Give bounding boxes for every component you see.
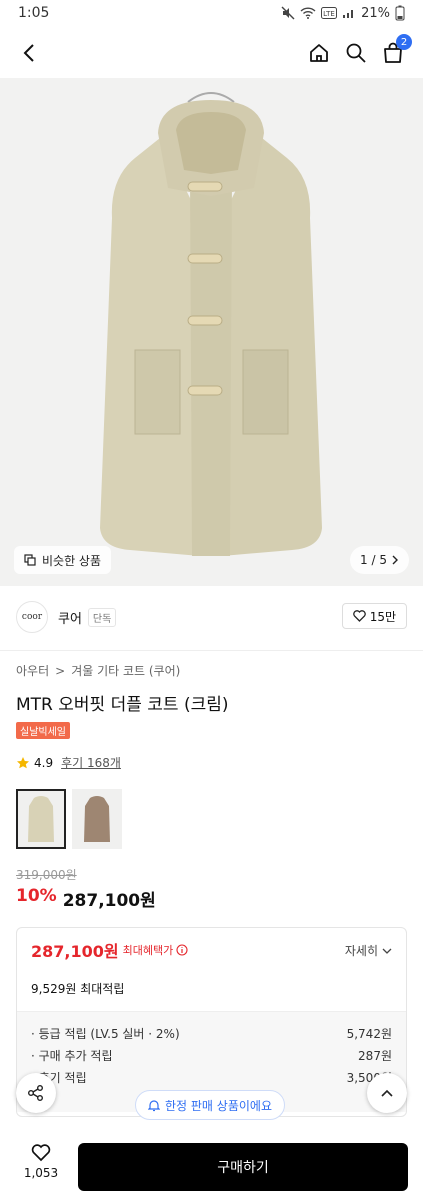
breadcrumb: 아우터 > 겨울 기타 코트 (쿠어) <box>16 662 180 679</box>
breadcrumb-item[interactable]: 아우터 <box>16 662 49 679</box>
buy-button[interactable]: 구매하기 <box>78 1143 408 1191</box>
max-benefit-panel: 287,100원 최대혜택가 자세히 9,529원 최대적립 · 등급 적립 (… <box>16 927 407 1117</box>
wishlist-button[interactable]: 1,053 <box>16 1144 66 1180</box>
product-image-carousel[interactable]: 비슷한 상품 1 / 5 <box>0 78 423 586</box>
max-benefit-price: 287,100원 <box>31 942 119 961</box>
info-icon[interactable] <box>176 944 188 956</box>
point-row: · 등급 적립 (LV.5 실버 · 2%) 5,742원 <box>31 1022 392 1044</box>
bottom-action-bar: 1,053 구매하기 <box>0 1132 423 1200</box>
discount-rate: 10% <box>16 886 57 906</box>
review-link[interactable]: 후기 168개 <box>61 754 121 771</box>
sale-badge: 실날빅세일 <box>16 722 70 739</box>
color-thumbnail <box>84 796 110 842</box>
back-button[interactable] <box>14 38 44 68</box>
color-options <box>16 789 122 849</box>
battery-percent: 21% <box>361 5 390 21</box>
product-image <box>40 78 383 586</box>
search-button[interactable] <box>341 38 371 68</box>
chevron-down-icon <box>382 948 392 954</box>
image-pager[interactable]: 1 / 5 <box>350 546 409 574</box>
copy-icon <box>24 554 36 566</box>
rating-row: 4.9 후기 168개 <box>16 754 121 771</box>
rating-value: 4.9 <box>34 755 54 770</box>
max-benefit-label: 최대혜택가 <box>122 944 174 957</box>
image-pager-label: 1 / 5 <box>360 553 387 567</box>
brand-like-button[interactable]: 15만 <box>341 603 407 629</box>
buy-button-label: 구매하기 <box>217 1160 269 1176</box>
original-price: 319,000원 <box>16 868 77 882</box>
product-title: MTR 오버핏 더플 코트 (크림) <box>16 695 229 715</box>
heart-icon <box>31 1144 51 1162</box>
brand-logo[interactable]: coor <box>16 601 48 633</box>
scroll-top-button[interactable] <box>367 1073 407 1113</box>
svg-text:LTE: LTE <box>323 10 335 18</box>
point-row: · 구매 추가 적립 287원 <box>31 1044 392 1066</box>
point-value: 5,742원 <box>346 1026 392 1041</box>
chevron-left-icon <box>23 44 34 62</box>
share-button[interactable] <box>16 1073 56 1113</box>
limited-sale-toast: 한정 판매 상품이에요 <box>135 1090 285 1120</box>
bell-icon <box>148 1099 160 1111</box>
heart-icon <box>352 610 366 622</box>
search-icon <box>346 43 366 63</box>
share-icon <box>28 1085 43 1101</box>
exclusive-badge: 단독 <box>87 607 117 627</box>
cart-count-badge: 2 <box>396 34 412 50</box>
brand-row: coor 쿠어 단독 15만 <box>0 595 423 639</box>
brand-like-count: 15만 <box>369 609 396 624</box>
home-button[interactable] <box>304 38 334 68</box>
divider <box>0 650 423 651</box>
status-bar: 1:05 LTE 21% <box>0 0 423 26</box>
mute-icon <box>281 6 295 20</box>
color-option-brown[interactable] <box>72 789 122 849</box>
cart-button[interactable]: 2 <box>378 34 412 68</box>
status-time: 1:05 <box>18 5 50 21</box>
brand-name[interactable]: 쿠어 <box>58 608 82 627</box>
point-label: · 등급 적립 (LV.5 실버 · 2%) <box>31 1026 180 1041</box>
color-option-cream[interactable] <box>16 789 66 849</box>
breadcrumb-item[interactable]: 겨울 기타 코트 (쿠어) <box>71 662 180 679</box>
signal-icon <box>343 10 354 18</box>
benefit-detail-toggle[interactable]: 자세히 <box>345 942 392 959</box>
battery-icon <box>395 5 405 21</box>
point-label: · 구매 추가 적립 <box>31 1048 113 1063</box>
status-icons: LTE 21% <box>281 5 405 21</box>
benefit-detail-label: 자세히 <box>344 944 378 958</box>
point-value: 287원 <box>358 1048 392 1063</box>
chevron-up-icon <box>381 1089 393 1097</box>
similar-products-label: 비슷한 상품 <box>42 553 102 568</box>
similar-products-button[interactable]: 비슷한 상품 <box>14 546 112 574</box>
chevron-right-icon <box>392 555 398 565</box>
benefit-header: 287,100원 최대혜택가 자세히 <box>17 928 406 972</box>
top-nav: 2 <box>0 30 423 76</box>
sale-price: 287,100원 <box>62 891 156 911</box>
home-icon <box>310 44 328 62</box>
price-row: 10% 287,100원 <box>16 886 156 911</box>
point-row: · 후기 적립 3,500원 <box>31 1066 392 1088</box>
wifi-icon <box>300 7 316 19</box>
wishlist-count: 1,053 <box>23 1166 59 1180</box>
brand-logo-text: coor <box>21 612 43 622</box>
max-points: 9,529원 최대적립 <box>17 972 406 1012</box>
color-thumbnail <box>28 796 54 842</box>
lte-icon: LTE <box>321 7 338 19</box>
star-icon <box>17 756 29 768</box>
limited-sale-text: 한정 판매 상품이에요 <box>165 1098 272 1113</box>
breadcrumb-separator: > <box>55 663 66 678</box>
